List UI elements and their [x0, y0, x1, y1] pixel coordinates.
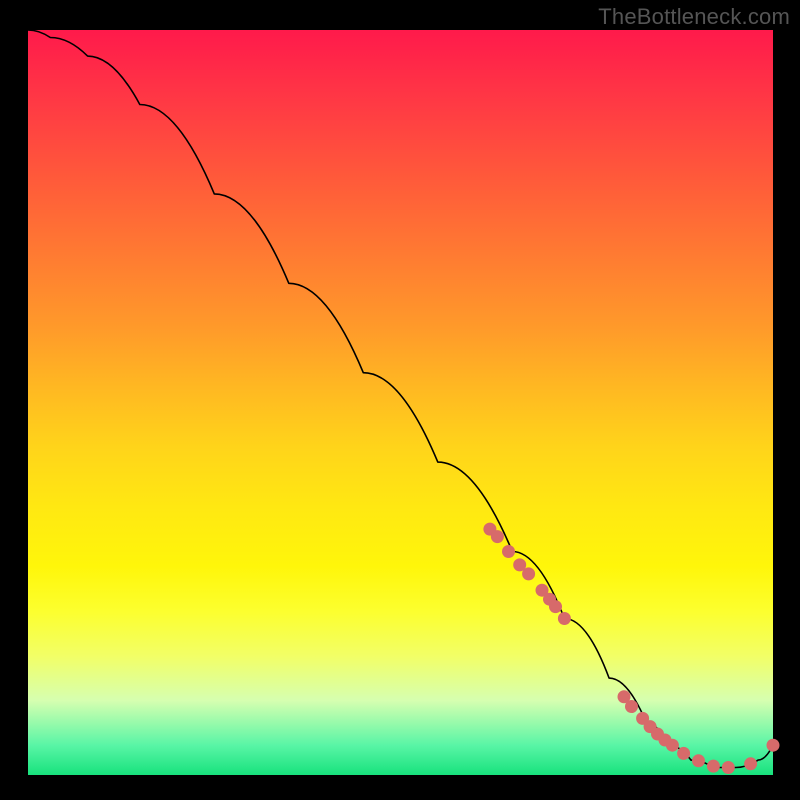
- bottleneck-curve-path: [28, 30, 773, 768]
- marked-points-group: [483, 523, 779, 774]
- data-point: [744, 757, 757, 770]
- data-point: [549, 600, 562, 613]
- data-point: [522, 567, 535, 580]
- plot-area: [28, 30, 773, 775]
- data-point: [625, 700, 638, 713]
- chart-svg: [28, 30, 773, 775]
- data-point: [502, 545, 515, 558]
- data-point: [558, 612, 571, 625]
- data-point: [692, 754, 705, 767]
- data-point: [491, 530, 504, 543]
- watermark-text: TheBottleneck.com: [598, 4, 790, 30]
- data-point: [677, 747, 690, 760]
- data-point: [666, 739, 679, 752]
- chart-stage: TheBottleneck.com: [0, 0, 800, 800]
- data-point: [722, 761, 735, 774]
- data-point: [707, 760, 720, 773]
- data-point: [767, 739, 780, 752]
